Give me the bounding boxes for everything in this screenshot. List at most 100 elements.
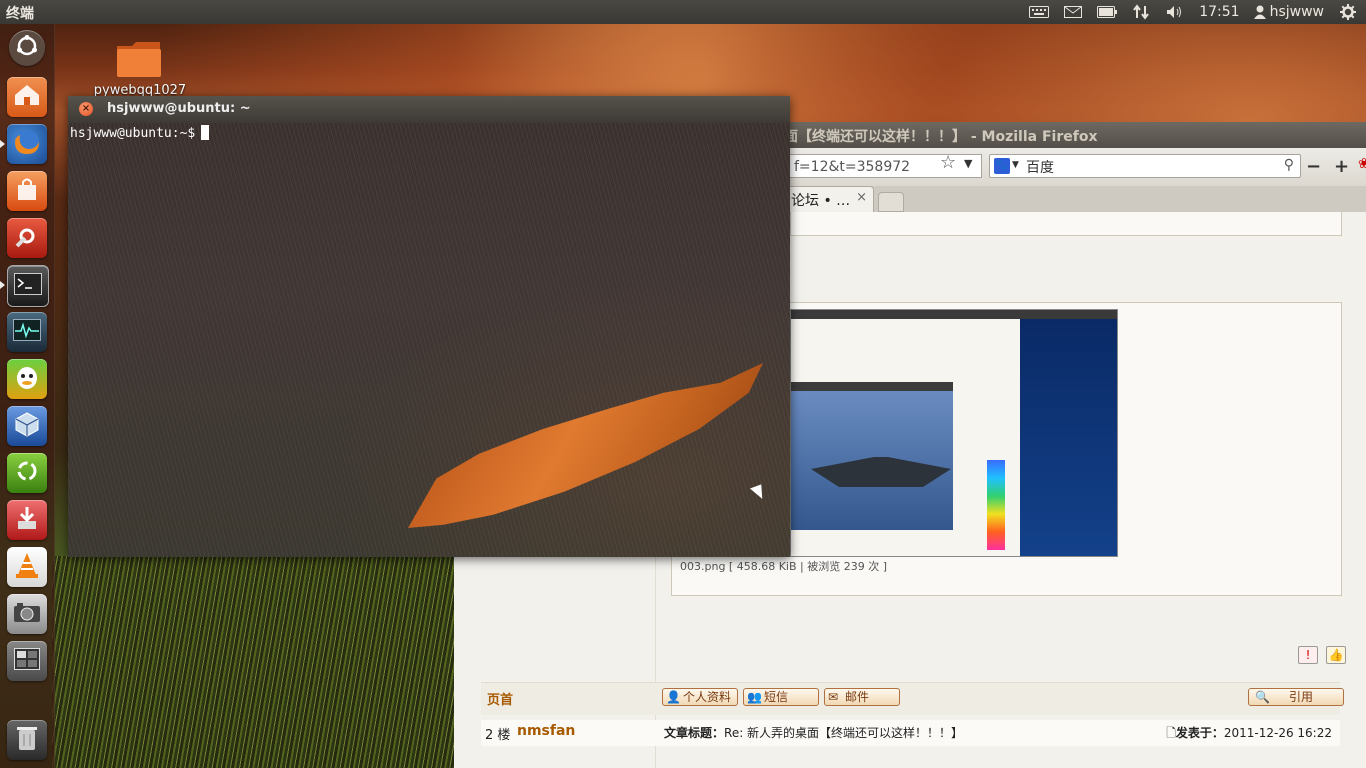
profile-button[interactable]: 👤 个人资料 [662, 688, 738, 706]
attachment-caption: 003.png [ 458.68 KiB | 被浏览 239 次 ] [680, 560, 887, 573]
terminal-launcher[interactable] [7, 265, 49, 307]
running-indicator [0, 281, 5, 289]
camera-launcher[interactable] [7, 594, 47, 634]
installer-launcher[interactable] [7, 500, 47, 540]
shopping-bag-icon [15, 177, 39, 206]
monitor-icon [13, 318, 41, 346]
firefox-icon [12, 127, 42, 162]
post-date: 🗋发表于：2011-12-26 16:22 [1166, 724, 1332, 745]
mail-icon[interactable] [1063, 4, 1083, 20]
terminal-prompt: hsjwww@ubuntu:~$ [70, 125, 210, 141]
email-button[interactable]: ✉ 邮件 [824, 688, 900, 706]
qq-icon [14, 364, 40, 395]
terminal-titlebar[interactable]: × hsjwww@ubuntu: ~ [68, 96, 790, 123]
firefox-launcher[interactable] [7, 124, 47, 164]
image-plane [811, 457, 951, 487]
terminal-title: hsjwww@ubuntu: ~ [107, 101, 251, 116]
tab-forum[interactable]: 论坛 • … × [784, 186, 874, 212]
subject-text: Re: 新人弄的桌面【终端还可以这样！！！】 [724, 726, 964, 740]
profile-icon: 👤 [666, 690, 681, 704]
battery-icon[interactable] [1097, 4, 1118, 20]
system-settings-launcher[interactable] [7, 218, 47, 258]
baidu-engine-icon[interactable]: 🐾 [994, 158, 1010, 174]
software-center-launcher[interactable] [7, 171, 47, 211]
home-folder-icon [14, 84, 40, 111]
bookmark-star-icon[interactable]: ☆ [940, 152, 956, 173]
trash-launcher[interactable] [7, 720, 47, 760]
username: hsjwww [1269, 4, 1324, 20]
zoom-in-button[interactable]: + [1334, 156, 1349, 177]
text-cursor [201, 125, 210, 140]
quote-label: 引用 [1289, 690, 1314, 704]
settings-icon [14, 223, 40, 254]
camera-icon [13, 601, 41, 628]
engine-dropdown-icon[interactable]: ▼ [1012, 160, 1019, 170]
workspace-icon [14, 647, 40, 675]
attachment-image[interactable] [790, 309, 1118, 557]
posted-text: 2011-12-26 16:22 [1223, 726, 1332, 740]
profile-label: 个人资料 [683, 690, 732, 704]
email-label: 邮件 [845, 690, 870, 704]
url-dropdown-icon[interactable]: ▼ [964, 157, 972, 170]
image-window-bar [791, 382, 953, 391]
firefox-window-title: 面【终端还可以这样！！！】 - Mozilla Firefox [784, 129, 1098, 145]
user-icon [1253, 5, 1266, 19]
keyboard-icon[interactable] [1029, 4, 1050, 20]
tab-close-icon[interactable]: × [856, 190, 867, 205]
top-panel: 终端 17:51 hsjwww [0, 0, 1366, 24]
pm-label: 短信 [764, 690, 789, 704]
post-actions: ! 👍 [1298, 646, 1346, 664]
download-icon [15, 505, 39, 536]
dash-home-button[interactable] [9, 30, 45, 66]
post-author[interactable]: nmsfan [517, 723, 575, 739]
home-folder-launcher[interactable] [7, 77, 47, 117]
post-subject: 文章标题：Re: 新人弄的桌面【终端还可以这样！！！】 [664, 724, 963, 741]
tab-label: 论坛 • … [791, 193, 851, 209]
launcher [0, 24, 55, 768]
addon-icon[interactable]: ❀ [1358, 156, 1366, 172]
post-floor: 2 楼 [485, 728, 511, 743]
ubuntu-logo-icon [15, 34, 39, 63]
subject-label: 文章标题： [664, 726, 725, 740]
close-icon[interactable]: × [79, 102, 93, 116]
quote-magnifier-icon: 🔍 [1255, 690, 1270, 704]
terminal-window: × hsjwww@ubuntu: ~ hsjwww@ubuntu:~$ [68, 96, 790, 557]
system-tray: 17:51 hsjwww [1029, 0, 1358, 24]
recycle-app-launcher[interactable] [7, 453, 47, 493]
doc-icon: 🗋 [1166, 726, 1176, 740]
envelope-icon: ✉ [828, 690, 839, 704]
network-icon[interactable] [1131, 4, 1151, 20]
image-palette [987, 460, 1005, 550]
volume-icon[interactable] [1165, 4, 1185, 20]
terminal-body[interactable]: hsjwww@ubuntu:~$ [68, 123, 790, 557]
quote-button[interactable]: 🔍 引用 [1248, 688, 1344, 706]
posted-label: 发表于： [1175, 726, 1224, 740]
users-icon: 👥 [747, 690, 762, 704]
vlc-launcher[interactable] [7, 547, 47, 587]
virtualbox-launcher[interactable] [7, 406, 47, 446]
report-icon[interactable]: ! [1298, 646, 1318, 664]
post-header: 2 楼 nmsfan 文章标题：Re: 新人弄的桌面【终端还可以这样！！！】 🗋… [481, 720, 1340, 746]
post-footer: 页首 👤 个人资料 👥 短信 ✉ 邮件 🔍 引用 [481, 682, 1344, 715]
top-of-page-link[interactable]: 页首 [487, 689, 513, 708]
search-bar[interactable]: 🐾 ▼ 百度 ⚲ [989, 154, 1301, 178]
pm-button[interactable]: 👥 短信 [743, 688, 819, 706]
search-icon[interactable]: ⚲ [1284, 157, 1294, 173]
folder-icon [116, 40, 162, 78]
user-menu[interactable]: hsjwww [1253, 4, 1324, 20]
gear-icon[interactable] [1338, 4, 1358, 20]
system-monitor-launcher[interactable] [7, 312, 47, 352]
qq-launcher[interactable] [7, 359, 47, 399]
clock[interactable]: 17:51 [1199, 4, 1239, 20]
workspace-switcher-launcher[interactable] [7, 641, 47, 681]
running-indicator [0, 140, 5, 148]
zoom-out-button[interactable]: − [1306, 156, 1321, 177]
search-input[interactable]: 百度 [1026, 157, 1054, 177]
post-box [790, 212, 1342, 236]
image-window [791, 382, 953, 530]
new-tab-button[interactable] [878, 192, 904, 212]
thumbs-up-icon[interactable]: 👍 [1326, 646, 1346, 664]
recycle-icon [15, 459, 39, 488]
wallpaper-leaf [408, 363, 763, 528]
trash-icon [16, 724, 38, 757]
